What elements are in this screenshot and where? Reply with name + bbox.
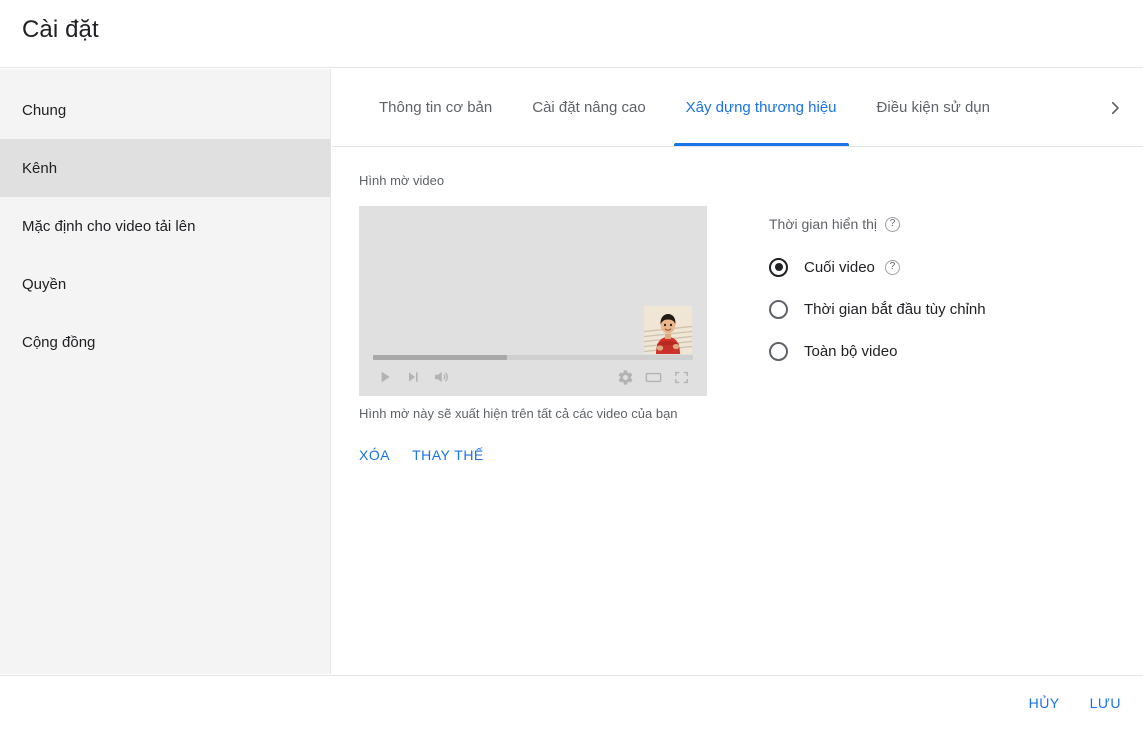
video-preview bbox=[359, 206, 707, 396]
tab-label: Xây dựng thương hiệu bbox=[686, 99, 837, 116]
sidebar-item-label: Kênh bbox=[22, 160, 57, 177]
tab-bar: Thông tin cơ bản Cài đặt nâng cao Xây dự… bbox=[332, 69, 1143, 147]
player-controls bbox=[371, 364, 695, 390]
delete-button[interactable]: XÓA bbox=[359, 447, 390, 463]
main-content: Thông tin cơ bản Cài đặt nâng cao Xây dự… bbox=[332, 69, 1143, 674]
sidebar-item-chung[interactable]: Chung bbox=[0, 81, 330, 139]
watermark-hint: Hình mờ này sẽ xuất hiện trên tất cả các… bbox=[359, 404, 689, 423]
tab-label: Điều kiện sử dụn bbox=[877, 99, 990, 116]
tab-cai-dat-nang-cao[interactable]: Cài đặt nâng cao bbox=[512, 69, 665, 146]
sidebar-item-mac-dinh-cho-video-tai-len[interactable]: Mặc định cho video tải lên bbox=[0, 197, 330, 255]
help-circle-icon[interactable]: ? bbox=[885, 217, 900, 232]
radio-option-text: Thời gian bắt đầu tùy chỉnh bbox=[804, 301, 986, 318]
sidebar-item-label: Mặc định cho video tải lên bbox=[22, 218, 195, 235]
watermark-column: Hình mờ này sẽ xuất hiện trên tất cả các… bbox=[359, 206, 707, 463]
watermark-thumbnail bbox=[644, 306, 692, 354]
radio-option-label: Cuối video ? bbox=[804, 259, 900, 276]
next-track-icon[interactable] bbox=[399, 364, 427, 390]
sidebar-item-quyen[interactable]: Quyền bbox=[0, 255, 330, 313]
watermark-actions: XÓA THAY THẾ bbox=[359, 447, 707, 463]
radio-option-toan-bo-video[interactable]: Toàn bộ video bbox=[769, 330, 986, 372]
radio-option-cuoi-video[interactable]: Cuối video ? bbox=[769, 246, 986, 288]
tab-thong-tin-co-ban[interactable]: Thông tin cơ bản bbox=[359, 69, 512, 146]
radio-indicator[interactable] bbox=[769, 300, 788, 319]
radio-option-text: Cuối video bbox=[804, 259, 875, 276]
display-time-column: Thời gian hiển thị ? Cuối video ? T bbox=[769, 206, 986, 463]
fullscreen-icon[interactable] bbox=[667, 364, 695, 390]
sidebar: Chung Kênh Mặc định cho video tải lên Qu… bbox=[0, 69, 331, 674]
branding-panel: Hình mờ video bbox=[332, 147, 1143, 463]
display-time-label-text: Thời gian hiển thị bbox=[769, 216, 877, 232]
section-label-video-watermark: Hình mờ video bbox=[359, 173, 1143, 188]
replace-button[interactable]: THAY THẾ bbox=[412, 447, 484, 463]
radio-option-text: Toàn bộ video bbox=[804, 343, 897, 360]
settings-gear-icon[interactable] bbox=[611, 364, 639, 390]
play-icon[interactable] bbox=[371, 364, 399, 390]
progress-fill bbox=[373, 355, 507, 360]
theater-mode-icon[interactable] bbox=[639, 364, 667, 390]
radio-option-label: Toàn bộ video bbox=[804, 343, 897, 360]
radio-indicator[interactable] bbox=[769, 258, 788, 277]
footer-bar: HỦY LƯU bbox=[0, 675, 1143, 729]
cancel-button[interactable]: HỦY bbox=[1029, 695, 1060, 711]
help-circle-icon[interactable]: ? bbox=[885, 260, 900, 275]
page-title: Cài đặt bbox=[22, 16, 99, 44]
sidebar-item-cong-dong[interactable]: Cộng đồng bbox=[0, 313, 330, 371]
progress-bar[interactable] bbox=[373, 355, 693, 360]
title-bar: Cài đặt bbox=[0, 0, 1143, 68]
tab-label: Thông tin cơ bản bbox=[379, 99, 492, 116]
display-time-label: Thời gian hiển thị ? bbox=[769, 216, 986, 232]
tab-label: Cài đặt nâng cao bbox=[532, 99, 645, 116]
tab-dieu-kien-su-dung[interactable]: Điều kiện sử dụn bbox=[857, 69, 1010, 146]
radio-option-thoi-gian-bat-dau-tuy-chinh[interactable]: Thời gian bắt đầu tùy chỉnh bbox=[769, 288, 986, 330]
settings-window: Cài đặt Chung Kênh Mặc định cho video tả… bbox=[0, 0, 1143, 729]
chevron-right-icon[interactable] bbox=[1103, 96, 1127, 120]
tab-xay-dung-thuong-hieu[interactable]: Xây dựng thương hiệu bbox=[666, 69, 857, 146]
sidebar-item-label: Quyền bbox=[22, 276, 66, 293]
sidebar-item-label: Cộng đồng bbox=[22, 334, 95, 351]
sidebar-item-kenh[interactable]: Kênh bbox=[0, 139, 330, 197]
radio-indicator[interactable] bbox=[769, 342, 788, 361]
volume-icon[interactable] bbox=[427, 364, 455, 390]
sidebar-item-label: Chung bbox=[22, 102, 66, 119]
save-button[interactable]: LƯU bbox=[1090, 695, 1121, 711]
radio-option-label: Thời gian bắt đầu tùy chỉnh bbox=[804, 301, 986, 318]
